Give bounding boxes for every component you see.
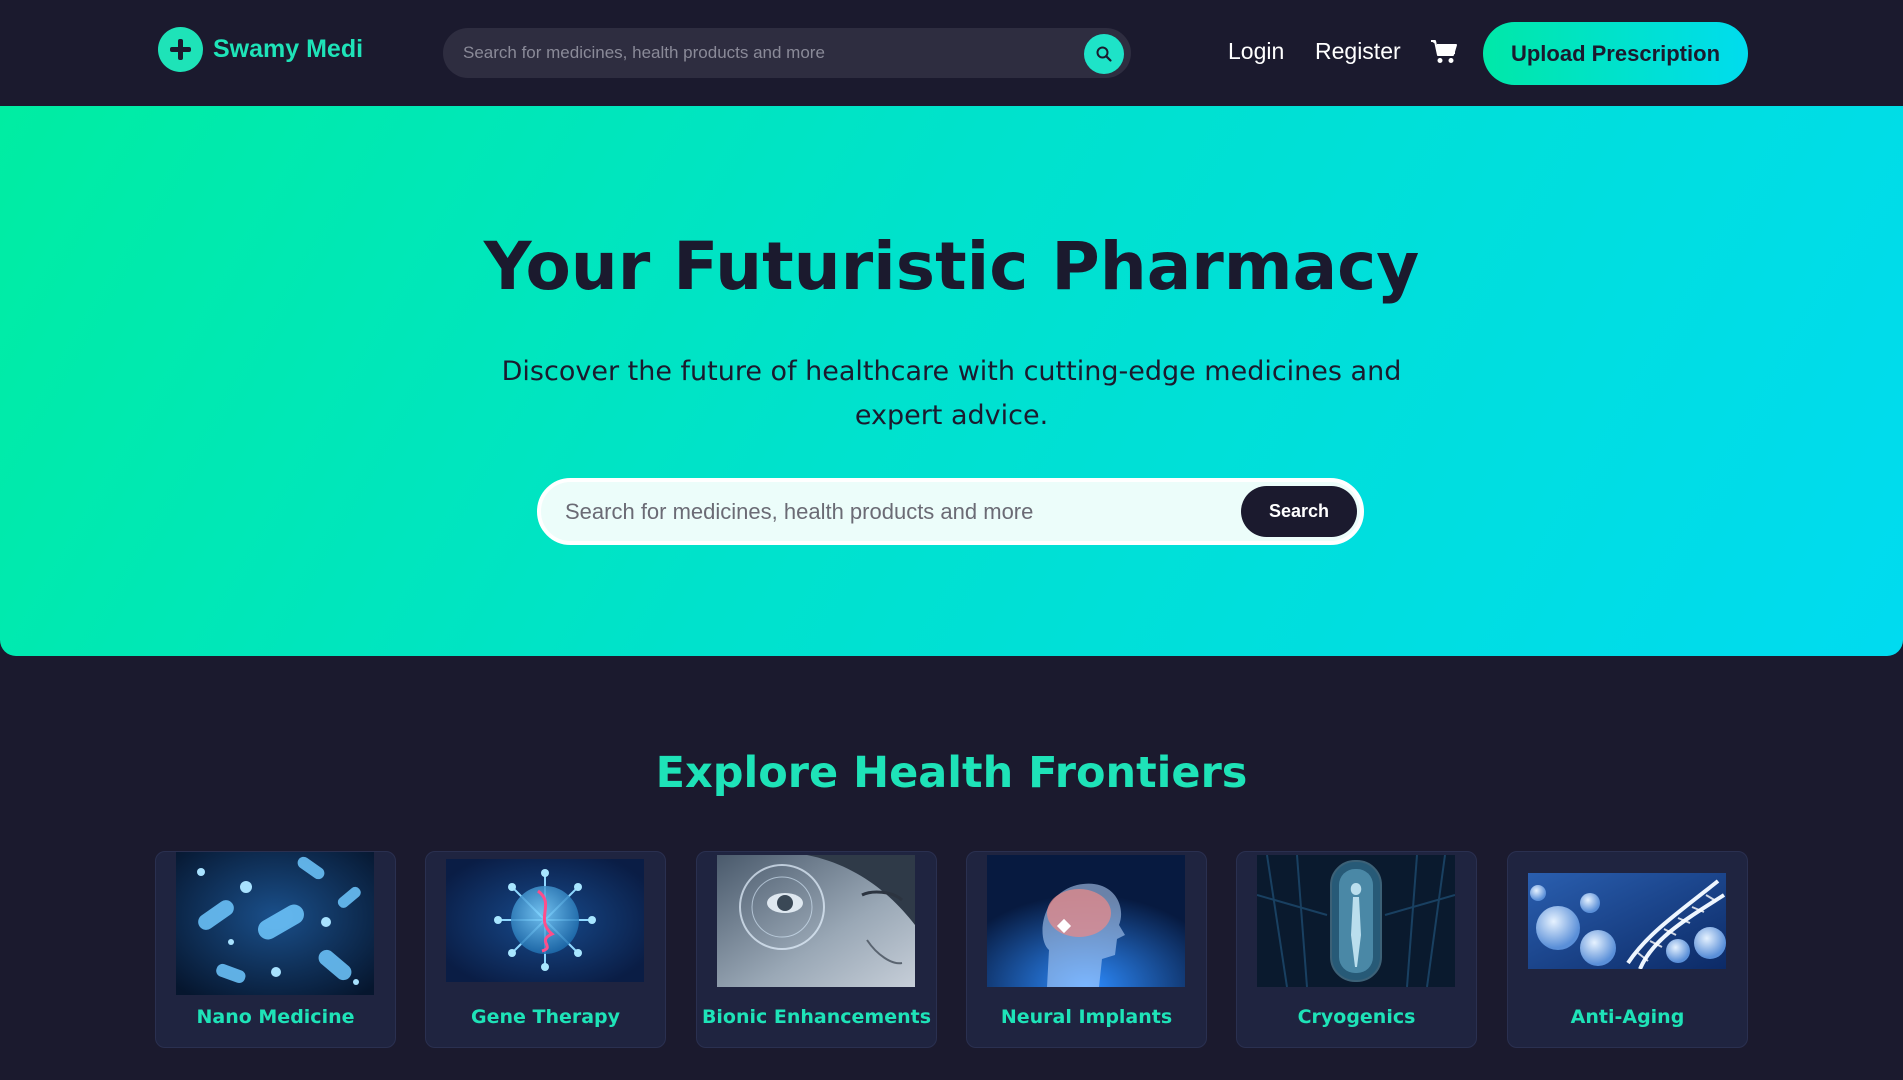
category-label: Bionic Enhancements [701,1006,932,1028]
nav-search-button[interactable] [1084,34,1124,74]
hero-search-input[interactable] [565,482,1215,541]
nav-search-bar [443,28,1131,78]
category-label: Neural Implants [1000,1006,1173,1028]
nano-medicine-image [176,852,374,995]
category-card-nano-medicine[interactable]: Nano Medicine [155,851,396,1048]
explore-section-title: Explore Health Frontiers [655,748,1248,798]
brand-logo[interactable]: Swamy Medi [158,26,363,72]
category-card-cryogenics[interactable]: Cryogenics [1236,851,1477,1048]
hero-banner: Your Futuristic Pharmacy Discover the fu… [0,106,1903,656]
cart-icon [1431,40,1457,63]
cryogenic-pod-image [1257,855,1455,987]
upload-prescription-button[interactable]: Upload Prescription [1483,22,1748,85]
hero-subtitle-line1: Discover the future of healthcare with c… [501,356,1402,387]
category-label: Anti-Aging [1570,1006,1685,1028]
category-card-anti-aging[interactable]: Anti-Aging [1507,851,1748,1048]
nav-search-input[interactable] [463,28,1063,78]
category-card-neural-implants[interactable]: Neural Implants [966,851,1207,1048]
dna-cells-image [1528,873,1726,969]
category-label: Gene Therapy [470,1006,621,1028]
hero-subtitle-line2: expert advice. [854,400,1049,431]
neural-implant-image [987,855,1185,987]
hero-title: Your Futuristic Pharmacy [483,228,1420,305]
hero-search-button[interactable]: Search [1241,486,1357,537]
category-label: Nano Medicine [196,1006,355,1028]
bionic-eye-image [717,855,915,987]
brand-name: Swamy Medi [213,34,364,63]
search-icon [1096,46,1112,62]
login-link[interactable]: Login [1228,38,1284,65]
top-nav: Swamy Medi Login Register Upload Prescri… [0,0,1903,106]
hero-subtitle: Discover the future of healthcare with c… [480,350,1423,438]
category-label: Cryogenics [1297,1006,1416,1028]
cart-button[interactable] [1430,39,1458,65]
hero-search-bar: Search [537,478,1364,545]
gene-therapy-image [446,859,644,982]
plus-icon [158,26,203,72]
category-card-gene-therapy[interactable]: Gene Therapy [425,851,666,1048]
register-link[interactable]: Register [1315,38,1401,65]
category-card-bionic-enhancements[interactable]: Bionic Enhancements [696,851,937,1048]
